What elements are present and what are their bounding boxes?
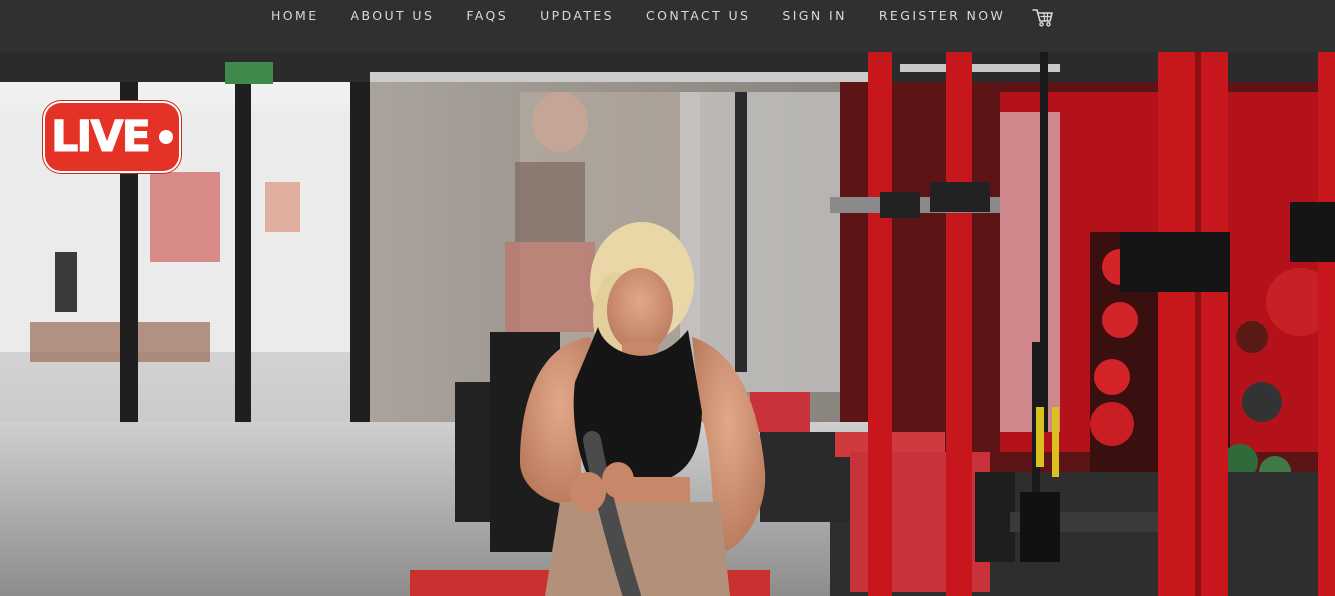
nav-about-us[interactable]: ABOUT US [351, 9, 435, 23]
hero-video[interactable]: LIVE [0, 52, 1335, 596]
nav-register-now[interactable]: REGISTER NOW [879, 9, 1005, 23]
nav-updates[interactable]: UPDATES [540, 9, 614, 23]
live-record-dot-icon [159, 130, 174, 144]
nav-sign-in[interactable]: SIGN IN [782, 9, 846, 23]
main-menu: HOME ABOUT US FAQS UPDATES CONTACT US SI… [271, 9, 1037, 23]
live-badge-text: LIVE [50, 111, 151, 162]
gym-scene-image [0, 52, 1335, 596]
top-navigation-bar: HOME ABOUT US FAQS UPDATES CONTACT US SI… [0, 0, 1335, 52]
nav-contact-us[interactable]: CONTACT US [646, 9, 750, 23]
nav-home[interactable]: HOME [271, 9, 319, 23]
live-badge: LIVE [45, 103, 179, 171]
nav-faqs[interactable]: FAQS [466, 9, 508, 23]
shopping-cart-icon[interactable] [1031, 6, 1055, 28]
